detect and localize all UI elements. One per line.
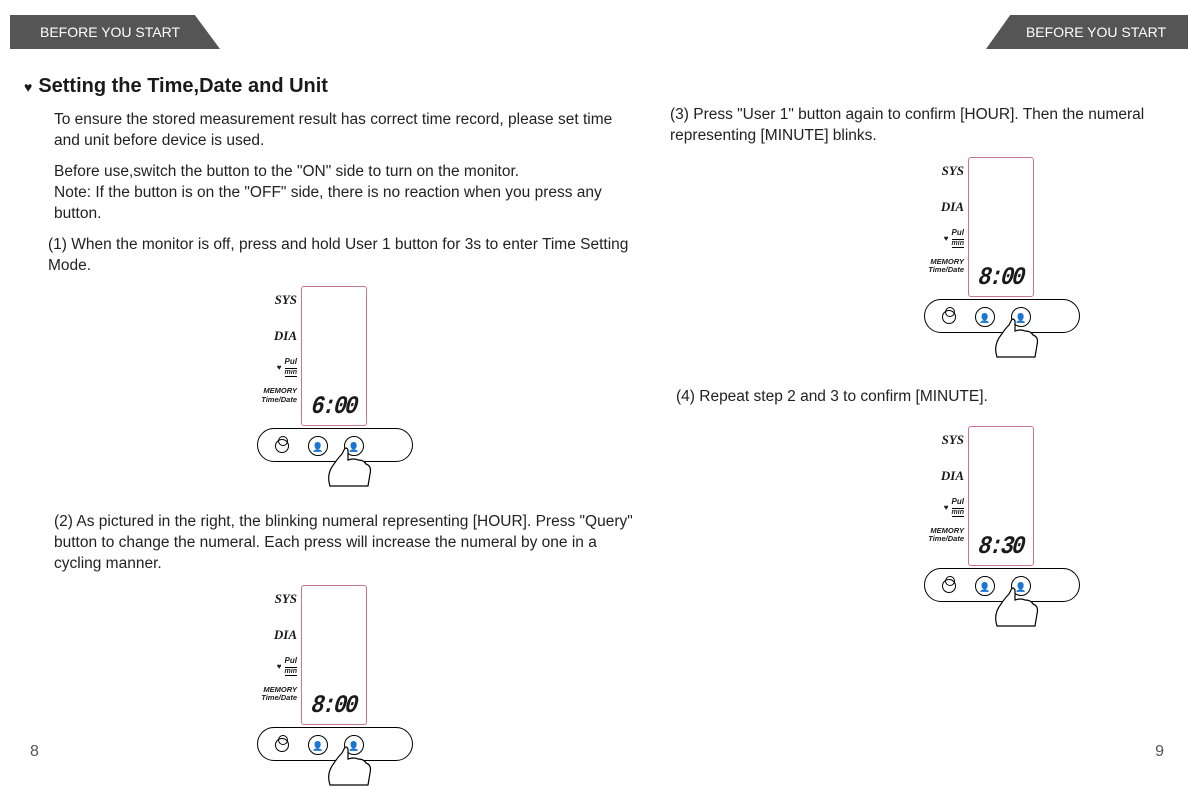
label-sys: SYS [235,292,297,308]
label-dia: DIA [902,468,964,484]
label-dia: DIA [235,627,297,643]
device-screen: 8:00 [301,585,367,725]
label-pul: Pul [952,498,964,506]
device-side-labels: SYS DIA ♥ Pul min MEMORY Time/Date [235,292,297,404]
heart-icon: ♥ [944,503,949,512]
display-time-3: 8:00 [971,263,1030,292]
query-button-icon [380,436,400,456]
right-column: (3) Press "User 1" button again to confi… [664,105,1174,652]
label-min: min [285,667,297,675]
label-pul: Pul [952,229,964,237]
label-sys: SYS [235,591,297,607]
hand-pointer-icon [323,745,375,789]
device-illustration-3: SYS DIA ♥ Pul min MEMORY Time/Date 8:00 … [904,157,1094,367]
query-button-icon [380,735,400,755]
label-dia: DIA [902,199,964,215]
label-dia: DIA [235,328,297,344]
section-title-text: Setting the Time,Date and Unit [38,75,328,98]
device-side-labels: SYS DIA ♥ Pul min MEMORY Time/Date [235,591,297,703]
device-screen: 8:00 [968,157,1034,297]
page-number-left: 8 [30,743,39,761]
device-screen: 8:30 [968,426,1034,566]
step-2: (2) As pictured in the right, the blinki… [54,512,642,575]
label-timedate: Time/Date [902,535,964,543]
hand-pointer-icon [990,317,1042,361]
heart-icon: ♥ [277,363,282,372]
device-illustration-4: SYS DIA ♥ Pul min MEMORY Time/Date 8:30 … [904,426,1094,636]
power-button-icon [939,576,959,596]
device-screen: 6:00 [301,286,367,426]
step-4: (4) Repeat step 2 and 3 to confirm [MINU… [676,387,1174,408]
heart-icon: ♥ [944,234,949,243]
power-button-icon [272,735,292,755]
hand-pointer-icon [323,446,375,490]
label-pul: Pul [285,657,297,665]
intro-paragraph: To ensure the stored measurement result … [54,110,642,152]
label-timedate: Time/Date [902,266,964,274]
header-tab-right: BEFORE YOU START [986,15,1188,49]
label-sys: SYS [902,163,964,179]
left-column: ♥ Setting the Time,Date and Unit To ensu… [22,75,642,811]
device-illustration-1: SYS DIA ♥ Pul min MEMORY Time/Date 6:00 … [237,286,427,496]
label-min: min [952,239,964,247]
step-1: (1) When the monitor is off, press and h… [48,235,642,277]
label-pul: Pul [285,358,297,366]
label-min: min [285,368,297,376]
header-tab-left: BEFORE YOU START [10,15,220,49]
device-illustration-2: SYS DIA ♥ Pul min MEMORY Time/Date 8:00 … [237,585,427,795]
device-side-labels: SYS DIA ♥ Pul min MEMORY Time/Date [902,163,964,275]
label-sys: SYS [902,432,964,448]
label-timedate: Time/Date [235,396,297,404]
display-time-4: 8:30 [971,532,1030,561]
device-side-labels: SYS DIA ♥ Pul min MEMORY Time/Date [902,432,964,544]
display-time-2: 8:00 [304,691,363,720]
label-timedate: Time/Date [235,694,297,702]
label-min: min [952,508,964,516]
page-number-right: 9 [1155,743,1164,761]
hand-pointer-icon [990,586,1042,630]
power-button-icon [272,436,292,456]
power-button-icon [939,307,959,327]
section-title: ♥ Setting the Time,Date and Unit [24,75,642,98]
query-button-icon [1047,307,1067,327]
note-paragraph: Before use,switch the button to the "ON"… [54,162,642,225]
heart-icon: ♥ [277,662,282,671]
query-button-icon [1047,576,1067,596]
heart-icon: ♥ [24,79,32,95]
display-time-1: 6:00 [304,393,363,422]
step-3: (3) Press "User 1" button again to confi… [670,105,1174,147]
